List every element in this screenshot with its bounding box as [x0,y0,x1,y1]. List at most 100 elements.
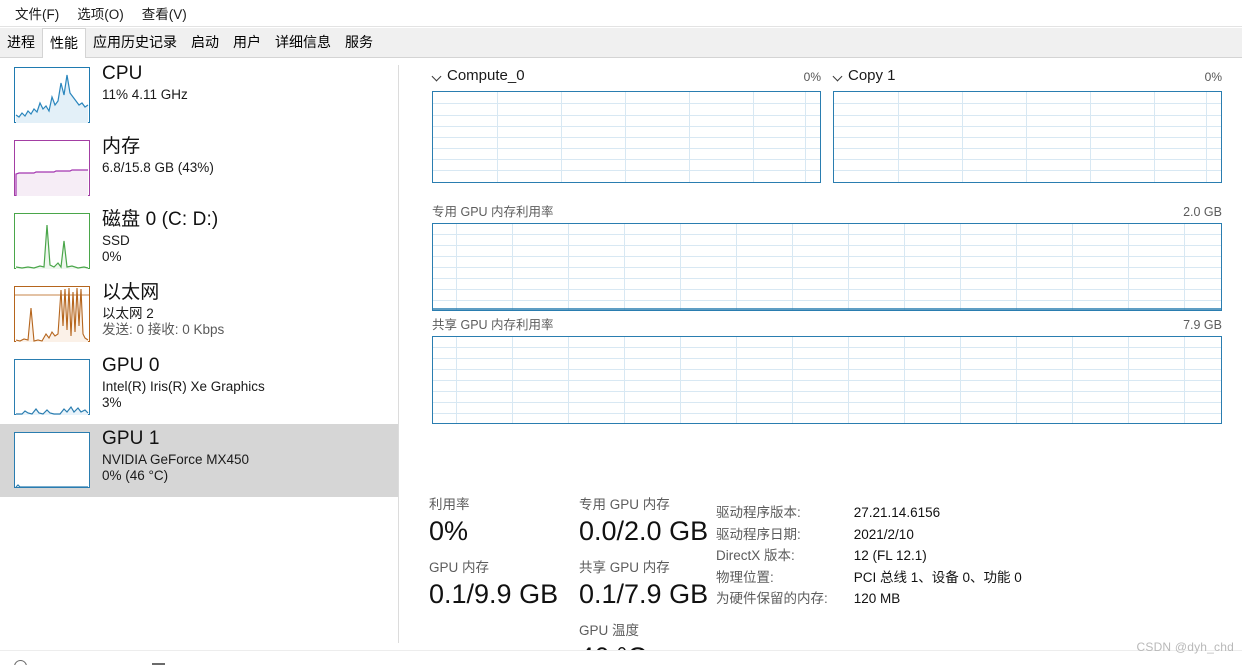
sidebar-item-gpu1-text: GPU 1 NVIDIA GeForce MX450 0% (46 °C) [102,424,249,484]
dedicated-gpu-memory-title: 专用 GPU 内存利用率 [432,205,554,219]
sidebar-item-disk-sub2: 0% [102,249,122,265]
info-key-driver-date: 驱动程序日期: [716,526,801,542]
info-key-physical-location: 物理位置: [716,569,774,585]
sidebar-item-disk-sub: SSD [102,232,130,248]
gpu-engine-graphs: Compute_0 0% Copy 1 0% [432,67,1222,183]
disk-thumbnail-graph [14,213,90,269]
info-key-driver-version: 驱动程序版本: [716,505,801,520]
stat-column-middle: 专用 GPU 内存 0.0/2.0 GB 共享 GPU 内存 0.1/7.9 G… [579,496,739,665]
stat-dedicated-memory-label: 专用 GPU 内存 [579,497,670,512]
info-row-hardware-reserved-memory: 为硬件保留的内存: 120 MB [716,588,1022,610]
graph-gridlines [834,92,1221,182]
tab-details[interactable]: 详细信息 [268,28,338,57]
status-bar [0,650,1242,665]
engine-compute0-header: Compute_0 0% [432,67,821,87]
info-row-directx-version: DirectX 版本: 12 (FL 12.1) [716,545,1022,567]
menu-item-view[interactable]: 查看(V) [133,1,196,26]
resource-list[interactable]: CPU 11% 4.11 GHz 内存 6.8/15.8 GB (43%) 磁盘… [0,59,398,648]
sidebar-item-cpu[interactable]: CPU 11% 4.11 GHz [0,59,398,132]
graph-gridlines [433,337,1221,423]
ethernet-thumbnail-graph [14,286,90,342]
sidebar-item-gpu0-text: GPU 0 Intel(R) Iris(R) Xe Graphics 3% [102,351,265,411]
task-manager-window: 文件(F) 选项(O) 查看(V) 进程 性能 应用历史记录 启动 用户 详细信… [0,0,1242,665]
engine-copy1-header: Copy 1 0% [833,67,1222,87]
sidebar-item-gpu1-sub2: 0% (46 °C) [102,468,169,484]
engine-copy1-percent: 0% [1204,69,1222,84]
sidebar-item-gpu0-sub2: 3% [102,395,122,411]
tab-services[interactable]: 服务 [338,28,380,57]
gpu1-thumbnail-graph [14,432,90,488]
performance-page: CPU 11% 4.11 GHz 内存 6.8/15.8 GB (43%) 磁盘… [0,59,1242,665]
engine-compute0-graph [432,91,821,183]
tab-app-history[interactable]: 应用历史记录 [86,28,184,57]
info-row-driver-version: 驱动程序版本: 27.21.14.6156 [716,502,1022,524]
dedicated-gpu-memory-series [433,308,1221,310]
graph-gridlines [433,92,820,182]
stat-gpu-temperature-label: GPU 温度 [579,623,640,638]
stat-utilization-value: 0% [429,516,469,546]
gpu-info-table: 驱动程序版本: 27.21.14.6156 驱动程序日期: 2021/2/10 … [716,502,1022,610]
engine-copy1-title: Copy 1 [848,67,896,84]
sidebar-item-memory[interactable]: 内存 6.8/15.8 GB (43%) [0,132,398,205]
tab-processes[interactable]: 进程 [0,28,42,57]
tab-performance[interactable]: 性能 [42,28,86,58]
sidebar-item-gpu1[interactable]: GPU 1 NVIDIA GeForce MX450 0% (46 °C) [0,424,398,497]
dedicated-gpu-memory-max: 2.0 GB [1183,205,1222,219]
info-value-driver-date: 2021/2/10 [853,526,914,542]
gpu0-thumbnail-graph [14,359,90,415]
shared-gpu-memory-block: 共享 GPU 内存利用率 7.9 GB [432,314,1222,424]
info-value-hardware-reserved-memory: 120 MB [853,591,901,606]
stat-column-left: 利用率 0% GPU 内存 0.1/9.9 GB [429,496,579,622]
fewer-details-icon[interactable] [14,660,27,665]
dedicated-gpu-memory-graph [432,223,1222,311]
menu-item-file[interactable]: 文件(F) [6,1,68,26]
engine-compute0-percent: 0% [803,69,821,84]
sidebar-item-ethernet-sub2: 发送: 0 接收: 0 Kbps [102,322,225,338]
sidebar-item-ethernet-text: 以太网 以太网 2 发送: 0 接收: 0 Kbps [102,278,224,338]
info-key-directx-version: DirectX 版本: [716,548,795,563]
gpu-detail-pane: Compute_0 0% Copy 1 0% 专用 GPU 内存利用率 2.0 … [399,59,1242,665]
sidebar-item-gpu1-title: GPU 1 [102,428,160,449]
shared-gpu-memory-max: 7.9 GB [1183,318,1222,332]
engine-copy1: Copy 1 0% [833,67,1222,183]
sidebar-item-gpu0[interactable]: GPU 0 Intel(R) Iris(R) Xe Graphics 3% [0,351,398,424]
sidebar-item-memory-title: 内存 [102,136,141,157]
sidebar-item-gpu0-sub: Intel(R) Iris(R) Xe Graphics [102,378,265,394]
sidebar-item-ethernet[interactable]: 以太网 以太网 2 发送: 0 接收: 0 Kbps [0,278,398,351]
chevron-down-icon[interactable] [833,72,843,82]
sidebar-item-ethernet-sub: 以太网 2 [102,305,154,321]
tab-startup[interactable]: 启动 [184,28,226,57]
graph-gridlines [433,224,1221,310]
sidebar-item-cpu-text: CPU 11% 4.11 GHz [102,59,188,102]
stat-gpu-memory-label: GPU 内存 [429,560,490,575]
shared-gpu-memory-header: 共享 GPU 内存利用率 7.9 GB [432,314,1222,333]
engine-compute0-title: Compute_0 [447,67,525,84]
stat-gpu-memory-value: 0.1/9.9 GB [429,579,559,609]
cpu-thumbnail-graph [14,67,90,123]
shared-gpu-memory-graph [432,336,1222,424]
stat-shared-memory-label: 共享 GPU 内存 [579,560,670,575]
engine-compute0: Compute_0 0% [432,67,821,183]
stat-dedicated-memory-value: 0.0/2.0 GB [579,516,709,546]
sidebar-item-cpu-title: CPU [102,63,143,84]
info-row-physical-location: 物理位置: PCI 总线 1、设备 0、功能 0 [716,567,1022,589]
sidebar-item-memory-text: 内存 6.8/15.8 GB (43%) [102,132,214,175]
info-key-hardware-reserved-memory: 为硬件保留的内存: [716,591,828,606]
stat-shared-memory-value: 0.1/7.9 GB [579,579,709,609]
tab-users[interactable]: 用户 [226,28,268,57]
menu-item-options[interactable]: 选项(O) [68,1,133,26]
gpu-stats: 利用率 0% GPU 内存 0.1/9.9 GB 专用 GPU 内存 0.0/2… [399,496,1242,665]
sidebar-item-cpu-sub: 11% 4.11 GHz [102,86,188,102]
sidebar-item-ethernet-title: 以太网 [102,282,160,303]
memory-thumbnail-graph [14,140,90,196]
info-value-directx-version: 12 (FL 12.1) [853,548,927,563]
watermark: CSDN @dyh_chd [1136,640,1234,654]
dedicated-gpu-memory-header: 专用 GPU 内存利用率 2.0 GB [432,201,1222,220]
sidebar-item-disk[interactable]: 磁盘 0 (C: D:) SSD 0% [0,205,398,278]
chevron-down-icon[interactable] [432,72,442,82]
sidebar-item-memory-sub: 6.8/15.8 GB (43%) [102,159,214,175]
info-value-physical-location: PCI 总线 1、设备 0、功能 0 [853,569,1022,585]
sidebar-item-disk-text: 磁盘 0 (C: D:) SSD 0% [102,205,218,265]
info-value-driver-version: 27.21.14.6156 [853,505,941,520]
engine-copy1-graph [833,91,1222,183]
